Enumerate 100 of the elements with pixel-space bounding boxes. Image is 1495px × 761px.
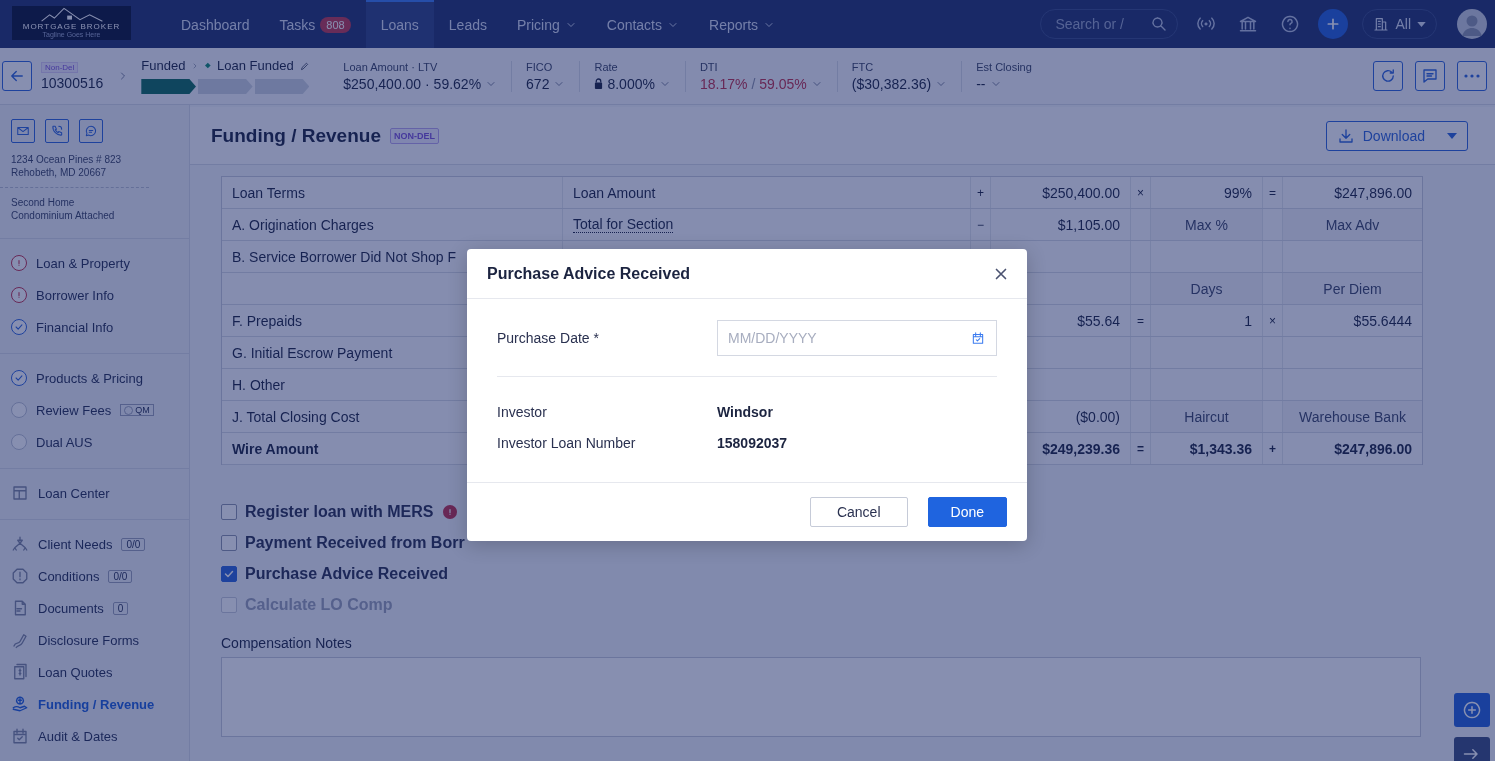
link-label: Loan Center xyxy=(38,485,110,501)
refresh-icon xyxy=(1379,67,1397,85)
row-label: B. Service Borrower Did Not Shop F xyxy=(232,248,457,265)
metric-value: 672 xyxy=(526,75,550,92)
field-label: Investor Loan Number xyxy=(497,434,637,451)
metric-value-row[interactable]: 8.000% xyxy=(594,75,671,92)
refresh-button[interactable] xyxy=(1373,61,1403,91)
user-avatar[interactable] xyxy=(1457,9,1487,39)
notes-field[interactable] xyxy=(221,657,1421,737)
metric-value-row[interactable]: 18.17% / 59.05% xyxy=(699,75,823,92)
value-cell: $1,343.36 xyxy=(1189,440,1252,457)
sidebar-step[interactable]: Loan & Property xyxy=(0,247,189,279)
checkbox[interactable] xyxy=(221,503,237,520)
search-field[interactable]: Search or / xyxy=(1040,9,1179,39)
download-button[interactable]: Download xyxy=(1325,120,1468,151)
done-button[interactable]: Done xyxy=(927,497,1007,527)
help-icon[interactable] xyxy=(1280,14,1301,34)
metric-value: ($30,382.36) xyxy=(851,75,932,92)
expand-button[interactable] xyxy=(1454,737,1490,761)
cancel-button[interactable]: Cancel xyxy=(809,497,908,527)
sidebar-link[interactable]: Funding / Revenue xyxy=(0,688,189,720)
sidebar-step[interactable]: Dual AUS xyxy=(0,426,189,458)
logo-name: MORTGAGE BROKER xyxy=(22,22,121,31)
sidebar-step[interactable]: Borrower Info xyxy=(0,279,189,311)
metric-value-row[interactable]: -- xyxy=(976,75,1032,92)
operator: = xyxy=(1269,185,1276,200)
address-line: Rehobeth, MD 20667 xyxy=(11,166,108,179)
nav-tab[interactable]: Pricing xyxy=(501,0,592,48)
link-label: Disclosure Forms xyxy=(38,632,140,648)
sidebar-link[interactable]: Client Needs 0/0 xyxy=(0,528,189,560)
link-label: Conditions xyxy=(38,568,100,584)
step-label: Dual AUS xyxy=(36,434,93,450)
channel-tag: NON-DEL xyxy=(389,127,439,144)
sidebar-step[interactable]: Financial Info xyxy=(0,311,189,343)
row-label: F. Prepaids xyxy=(232,312,303,329)
nav-tab[interactable]: Leads xyxy=(433,0,502,48)
comment-icon xyxy=(1421,67,1439,85)
metric-value-row[interactable]: 672 xyxy=(526,75,566,92)
metric-value-row[interactable]: ($30,382.36) xyxy=(851,75,948,92)
link-label: Funding / Revenue xyxy=(38,696,155,712)
checkbox[interactable] xyxy=(221,534,237,551)
nav-tab[interactable]: Reports xyxy=(694,0,791,48)
nav-tab[interactable]: Contacts xyxy=(591,0,694,48)
metric-label: FICO xyxy=(526,60,554,73)
sidebar-link[interactable]: Documents 0 xyxy=(0,592,189,624)
calendar-icon[interactable] xyxy=(971,331,985,345)
comment-button[interactable] xyxy=(1415,61,1445,91)
value-cell: $247,896.00 xyxy=(1334,440,1412,457)
operator: + xyxy=(977,185,984,200)
link-label: Audit & Dates xyxy=(38,728,118,744)
loan-status: Loan Funded xyxy=(217,58,294,73)
link-label: Documents xyxy=(38,600,104,616)
sidebar-link[interactable]: Audit & Dates xyxy=(0,720,189,752)
column-caption: Max Adv xyxy=(1324,216,1381,233)
nav-tab[interactable]: Loans xyxy=(365,0,434,48)
more-button[interactable] xyxy=(1457,61,1487,91)
sidebar-link[interactable]: Disclosure Forms xyxy=(0,624,189,656)
row-label: G. Initial Escrow Payment xyxy=(232,344,393,361)
date-field[interactable]: MM/DD/YYYY xyxy=(717,320,997,356)
add-button[interactable] xyxy=(1318,9,1349,39)
message-button[interactable] xyxy=(79,119,103,143)
page-title: Funding / Revenue xyxy=(211,124,381,147)
column-caption: Warehouse Bank xyxy=(1298,408,1407,425)
sidebar-link[interactable]: Conditions 0/0 xyxy=(0,560,189,592)
address-line: 1234 Ocean Pines # 823 xyxy=(11,153,123,166)
dialog-title: Purchase Advice Received xyxy=(487,264,691,283)
sidebar-link[interactable]: Loan Center xyxy=(0,477,189,509)
email-button[interactable] xyxy=(11,119,35,143)
operator: − xyxy=(977,217,984,232)
value-cell: 1 xyxy=(1244,312,1252,329)
column-caption: Days xyxy=(1189,280,1224,297)
count-badge: 0/0 xyxy=(121,537,146,551)
receipt-icon xyxy=(11,663,29,681)
sidebar-link[interactable]: Loan Quotes xyxy=(0,656,189,688)
step-label: Financial Info xyxy=(36,319,114,335)
row-label: Wire Amount xyxy=(232,440,319,457)
bank-icon[interactable] xyxy=(1238,14,1259,34)
sidebar-step[interactable]: Review Fees QM xyxy=(0,394,189,426)
calendar-icon xyxy=(11,727,29,745)
property-type: Condominium Attached xyxy=(11,209,116,222)
notes-label: Compensation Notes xyxy=(221,635,353,651)
value-cell: 99% xyxy=(1223,184,1252,201)
metric-label: Loan Amount · LTV xyxy=(343,60,439,73)
section-link[interactable]: Total for Section xyxy=(573,216,674,233)
nav-tab[interactable]: Tasks 808 xyxy=(264,0,366,48)
amount-cell: ($0.00) xyxy=(1075,408,1120,425)
count-badge: 808 xyxy=(320,17,351,33)
add-button[interactable] xyxy=(1454,693,1490,727)
coin-hand-icon xyxy=(11,695,29,713)
metric-value: 18.17% xyxy=(699,75,748,92)
nav-tab[interactable]: Dashboard xyxy=(166,0,265,48)
count-badge: 0/0 xyxy=(108,569,133,583)
back-button[interactable] xyxy=(2,61,32,91)
call-button[interactable] xyxy=(45,119,69,143)
metric-label: Rate xyxy=(594,60,619,73)
amount-cell: $55.64 xyxy=(1077,312,1120,329)
operator: = xyxy=(1137,313,1144,328)
checkbox[interactable] xyxy=(221,565,237,582)
sidebar-step[interactable]: Products & Pricing xyxy=(0,362,189,394)
step-label: Review Fees xyxy=(36,402,112,418)
